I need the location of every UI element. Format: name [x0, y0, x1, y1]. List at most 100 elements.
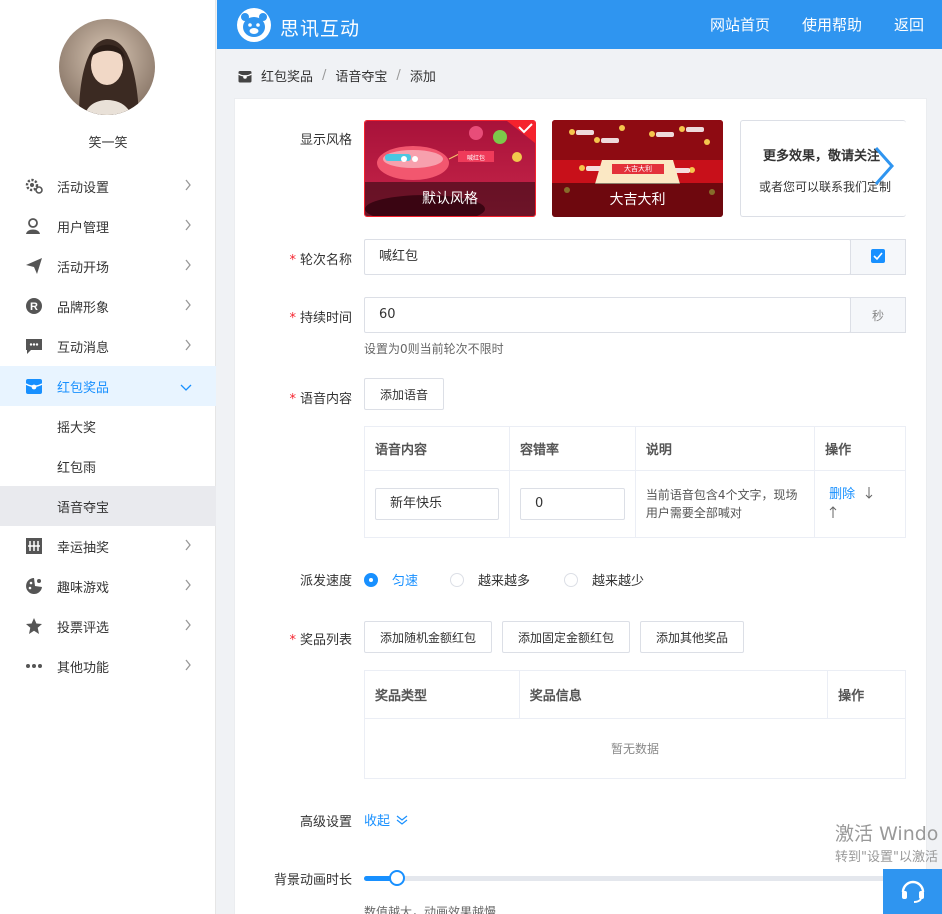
top-header: 思讯互动 网站首页 使用帮助 返回	[217, 0, 942, 49]
sidebar-item-brand-image[interactable]: R 品牌形象	[0, 286, 216, 326]
sidebar-subitem-red-packet-rain[interactable]: 红包雨	[0, 446, 216, 486]
gift-icon	[24, 376, 44, 396]
chat-icon	[24, 336, 44, 356]
style-option-lucky[interactable]: 大吉大利 大吉大利	[552, 120, 723, 217]
duration-label: * 持续时间	[289, 311, 352, 326]
brand-name: 思讯互动	[280, 17, 361, 40]
registered-icon: R	[24, 296, 44, 316]
headset-icon	[899, 876, 927, 908]
radio-selected[interactable]	[364, 572, 378, 587]
advanced-toggle[interactable]: 收起	[364, 810, 408, 829]
sidebar-subitem-voice-treasure[interactable]: 语音夺宝	[0, 486, 216, 526]
voice-description: 用户需要全部喊对	[645, 506, 742, 520]
star-icon	[24, 616, 44, 636]
double-chevron-down-icon	[396, 815, 408, 825]
breadcrumb-separator: /	[322, 68, 327, 83]
advanced-label: 高级设置	[299, 815, 352, 830]
chevron-right-icon	[184, 659, 192, 675]
column-header: 语音内容	[364, 426, 510, 471]
chevron-right-icon	[184, 179, 192, 195]
add-other-prize-button[interactable]: 添加其他奖品	[640, 621, 744, 653]
sidebar-item-fun-games[interactable]: 趣味游戏	[0, 566, 216, 606]
move-down-icon[interactable]	[865, 486, 873, 499]
chevron-right-icon	[184, 219, 192, 235]
advanced-toggle-label: 收起	[364, 814, 391, 829]
column-header: 说明	[634, 426, 816, 471]
sidebar-menu: 活动设置 用户管理 活动开场 R 品牌形象 互动消息 红包奖品 摇大奖 红包雨 …	[0, 166, 216, 686]
breadcrumb-item-current: 添加	[409, 70, 436, 85]
sidebar-item-user-management[interactable]: 用户管理	[0, 206, 216, 246]
breadcrumb-item[interactable]: 红包奖品	[261, 66, 313, 85]
voice-description: 当前语音包含4个文字，现场	[645, 488, 798, 502]
round-name-input[interactable]: 喊红包	[364, 239, 851, 275]
column-header: 奖品信息	[518, 670, 829, 719]
style-option-default[interactable]: 喊红包 默认风格	[364, 120, 536, 217]
prize-list-label: * 奖品列表	[289, 633, 352, 648]
svg-text:R: R	[30, 301, 38, 313]
bg-anim-slider[interactable]	[364, 870, 906, 886]
duration-hint: 设置为0则当前轮次不限时	[364, 342, 504, 356]
speed-option-decreasing[interactable]: 越来越少	[564, 570, 644, 589]
empty-placeholder: 暂无数据	[364, 718, 906, 779]
add-voice-button[interactable]: 添加语音	[364, 378, 444, 410]
gear-icon	[24, 176, 44, 196]
column-header: 奖品类型	[364, 670, 520, 719]
add-fixed-red-packet-button[interactable]: 添加固定金额红包	[502, 621, 630, 653]
bear-logo-icon	[236, 7, 272, 47]
sidebar-item-label: 投票评选	[57, 620, 110, 636]
voice-table: 语音内容 容错率 说明 操作 新年快乐 0 当前语音包含4个文字，现场 用户需要…	[364, 426, 906, 538]
breadcrumb-item[interactable]: 语音夺宝	[335, 66, 387, 85]
required-asterisk: *	[289, 253, 296, 268]
sidebar-item-other-functions[interactable]: 其他功能	[0, 646, 216, 686]
chevron-right-icon	[184, 299, 192, 315]
sidebar-subitem-shake[interactable]: 摇大奖	[0, 406, 216, 446]
move-up-icon[interactable]	[829, 506, 905, 521]
user-icon	[24, 216, 44, 236]
chevron-right-icon	[184, 539, 192, 555]
table-row: 新年快乐 0 当前语音包含4个文字，现场 用户需要全部喊对 删除	[364, 470, 906, 538]
sidebar-item-lucky-draw[interactable]: 幸运抽奖	[0, 526, 216, 566]
stage-text: 大吉大利	[624, 165, 652, 173]
tolerance-input[interactable]: 0	[519, 488, 625, 520]
speed-option-increasing[interactable]: 越来越多	[450, 570, 530, 589]
sidebar-item-activity-opening[interactable]: 活动开场	[0, 246, 216, 286]
customer-service-button[interactable]	[883, 869, 942, 914]
checkbox-checked-icon[interactable]	[871, 248, 885, 266]
delete-link[interactable]: 删除	[829, 483, 855, 502]
required-asterisk: *	[289, 311, 296, 326]
sidebar-item-interactive-messages[interactable]: 互动消息	[0, 326, 216, 366]
round-name-checkbox-addon[interactable]	[850, 239, 906, 275]
avatar[interactable]	[59, 19, 155, 115]
radio-unselected[interactable]	[564, 572, 578, 587]
sidebar-item-label: 用户管理	[57, 220, 110, 236]
nav-home-link[interactable]: 网站首页	[710, 14, 770, 35]
banner-text: 喊红包	[466, 155, 485, 162]
voice-text-input[interactable]: 新年快乐	[375, 488, 499, 520]
slider-handle[interactable]	[389, 870, 405, 886]
sidebar: 笑一笑 活动设置 用户管理 活动开场 R 品牌形象 互动消息 红包奖品 摇大奖 …	[0, 0, 216, 914]
style-option-label: 默认风格	[365, 182, 535, 216]
column-header: 操作	[827, 670, 906, 719]
chevron-down-icon	[180, 381, 192, 396]
sidebar-item-red-packet-prizes[interactable]: 红包奖品	[0, 366, 216, 406]
selected-corner-icon	[507, 121, 535, 147]
prize-table: 奖品类型 奖品信息 操作 暂无数据	[364, 670, 906, 779]
nav-back-link[interactable]: 返回	[894, 14, 924, 35]
radio-unselected[interactable]	[450, 572, 464, 587]
sidebar-item-activity-settings[interactable]: 活动设置	[0, 166, 216, 206]
duration-unit: 秒	[850, 297, 906, 333]
sidebar-item-voting[interactable]: 投票评选	[0, 606, 216, 646]
bg-anim-label: 背景动画时长	[273, 873, 352, 888]
activation-watermark-title: 激活 Windo	[835, 823, 939, 845]
top-nav: 网站首页 使用帮助 返回	[678, 0, 924, 49]
activation-watermark-subtitle: 转到"设置"以激活	[835, 850, 938, 865]
column-header: 容错率	[508, 426, 636, 471]
carousel-next-icon[interactable]	[872, 144, 896, 192]
chevron-right-icon	[184, 579, 192, 595]
nav-help-link[interactable]: 使用帮助	[802, 14, 862, 35]
add-random-red-packet-button[interactable]: 添加随机金额红包	[364, 621, 492, 653]
brand[interactable]: 思讯互动	[236, 7, 360, 47]
sidebar-item-label: 幸运抽奖	[57, 540, 110, 556]
speed-option-uniform[interactable]: 匀速	[364, 570, 418, 589]
duration-input[interactable]: 60	[364, 297, 851, 333]
